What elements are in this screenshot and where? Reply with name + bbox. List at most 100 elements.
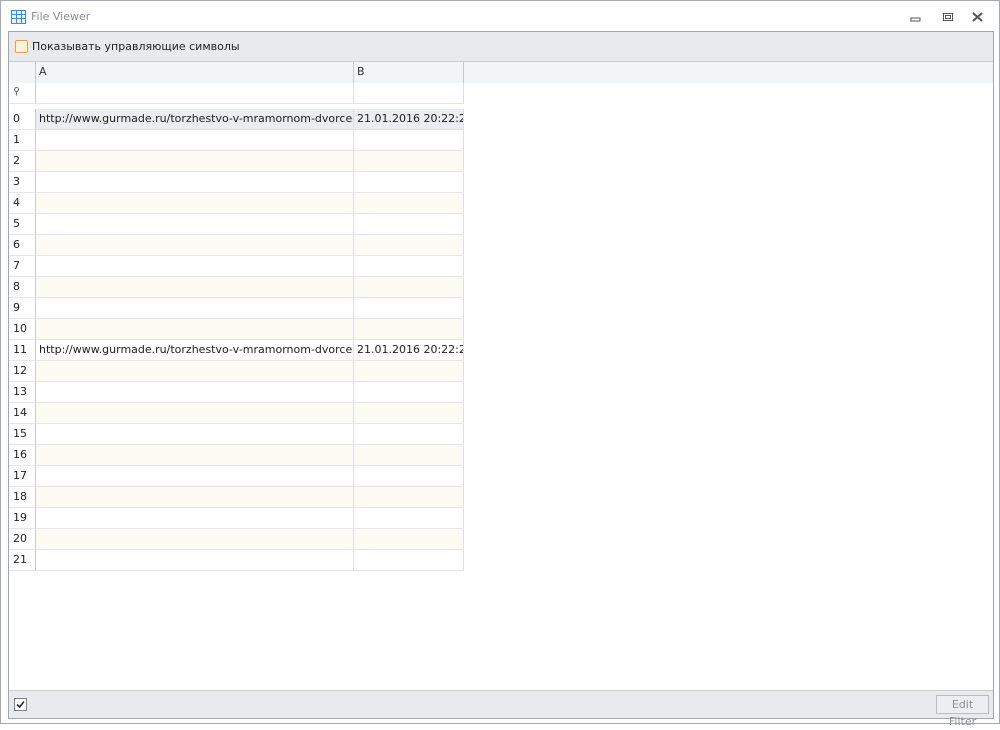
row-index: 8	[9, 277, 36, 298]
cell-b[interactable]	[354, 256, 464, 277]
column-header-a[interactable]: A	[36, 62, 354, 83]
cell-a[interactable]	[36, 130, 354, 151]
table-row[interactable]: 10	[9, 319, 464, 340]
row-index: 7	[9, 256, 36, 277]
table-row[interactable]: 14	[9, 403, 464, 424]
table-row[interactable]: 21	[9, 550, 464, 571]
close-button[interactable]	[970, 10, 986, 24]
table-row[interactable]: 18	[9, 487, 464, 508]
row-index: 21	[9, 550, 36, 571]
cell-a[interactable]	[36, 298, 354, 319]
cell-b[interactable]	[354, 445, 464, 466]
cell-b[interactable]	[354, 151, 464, 172]
table-row[interactable]: 6	[9, 235, 464, 256]
row-index: 16	[9, 445, 36, 466]
cell-b[interactable]	[354, 172, 464, 193]
row-index: 13	[9, 382, 36, 403]
table-row[interactable]: 8	[9, 277, 464, 298]
table-row[interactable]: 1	[9, 130, 464, 151]
cell-b[interactable]	[354, 529, 464, 550]
cell-a[interactable]	[36, 277, 354, 298]
table-row[interactable]: 2	[9, 151, 464, 172]
cell-b[interactable]	[354, 130, 464, 151]
cell-a[interactable]	[36, 172, 354, 193]
table-row[interactable]: 0 http://www.gurmade.ru/torzhestvo-v-mram…	[9, 109, 464, 130]
cell-b[interactable]	[354, 193, 464, 214]
cell-a[interactable]	[36, 382, 354, 403]
cell-b[interactable]	[354, 403, 464, 424]
cell-a[interactable]	[36, 256, 354, 277]
cell-a[interactable]	[36, 487, 354, 508]
row-index: 6	[9, 235, 36, 256]
auto-filter-row[interactable]	[9, 83, 464, 104]
title-bar[interactable]: File Viewer	[1, 1, 999, 32]
row-index: 15	[9, 424, 36, 445]
cell-b[interactable]	[354, 550, 464, 571]
cell-b[interactable]	[354, 214, 464, 235]
grid-header: A B	[9, 62, 993, 83]
table-icon	[11, 10, 26, 24]
table-row[interactable]: 5	[9, 214, 464, 235]
cell-b[interactable]	[354, 508, 464, 529]
cell-b[interactable]	[354, 298, 464, 319]
row-index: 19	[9, 508, 36, 529]
table-row[interactable]: 16	[9, 445, 464, 466]
table-row[interactable]: 3	[9, 172, 464, 193]
cell-a[interactable]	[36, 403, 354, 424]
cell-a[interactable]: http://www.gurmade.ru/torzhestvo-v-mramo…	[36, 109, 354, 130]
cell-a[interactable]	[36, 361, 354, 382]
table-row[interactable]: 19	[9, 508, 464, 529]
table-row[interactable]: 9	[9, 298, 464, 319]
cell-a[interactable]	[36, 214, 354, 235]
cell-b[interactable]	[354, 487, 464, 508]
table-row[interactable]: 17	[9, 466, 464, 487]
edit-filter-button[interactable]: Edit Filter	[936, 695, 989, 728]
file-viewer-window: File Viewer Показывать управляющие симво…	[0, 0, 1000, 728]
filter-cell-a[interactable]	[36, 83, 354, 104]
cell-a[interactable]	[36, 529, 354, 550]
cell-b[interactable]: 21.01.2016 20:22:24	[354, 340, 464, 361]
cell-b[interactable]: 21.01.2016 20:22:24	[354, 109, 464, 130]
cell-a[interactable]	[36, 424, 354, 445]
column-header-b[interactable]: B	[354, 62, 464, 83]
cell-b[interactable]	[354, 382, 464, 403]
filter-enabled-checkbox[interactable]	[14, 698, 27, 711]
toolbar: Показывать управляющие символы	[9, 32, 993, 62]
row-index: 17	[9, 466, 36, 487]
filter-cell-b[interactable]	[354, 83, 464, 104]
row-index: 12	[9, 361, 36, 382]
show-control-chars-checkbox[interactable]	[15, 40, 28, 53]
table-row[interactable]: 12	[9, 361, 464, 382]
cell-b[interactable]	[354, 424, 464, 445]
cell-b[interactable]	[354, 319, 464, 340]
maximize-button[interactable]	[940, 10, 956, 24]
cell-a[interactable]: http://www.gurmade.ru/torzhestvo-v-mramo…	[36, 340, 354, 361]
cell-a[interactable]	[36, 508, 354, 529]
table-row[interactable]: 7	[9, 256, 464, 277]
table-row[interactable]: 15	[9, 424, 464, 445]
cell-b[interactable]	[354, 466, 464, 487]
cell-b[interactable]	[354, 235, 464, 256]
minimize-button[interactable]	[908, 10, 924, 24]
show-control-chars-label[interactable]: Показывать управляющие символы	[32, 40, 240, 53]
cell-a[interactable]	[36, 235, 354, 256]
cell-a[interactable]	[36, 151, 354, 172]
table-row[interactable]: 11 http://www.gurmade.ru/torzhestvo-v-mra…	[9, 340, 464, 361]
cell-a[interactable]	[36, 445, 354, 466]
client-area: Показывать управляющие символы A B 0 http…	[8, 31, 994, 728]
cell-a[interactable]	[36, 319, 354, 340]
cell-b[interactable]	[354, 361, 464, 382]
table-row[interactable]: 13	[9, 382, 464, 403]
cell-a[interactable]	[36, 193, 354, 214]
window-title: File Viewer	[31, 10, 91, 23]
cell-a[interactable]	[36, 550, 354, 571]
cell-b[interactable]	[354, 277, 464, 298]
cell-a[interactable]	[36, 466, 354, 487]
row-index: 20	[9, 529, 36, 550]
table-row[interactable]: 20	[9, 529, 464, 550]
filter-row-indicator	[9, 83, 36, 104]
row-index: 2	[9, 151, 36, 172]
row-index: 14	[9, 403, 36, 424]
table-row[interactable]: 4	[9, 193, 464, 214]
row-indicator-header	[9, 62, 36, 83]
